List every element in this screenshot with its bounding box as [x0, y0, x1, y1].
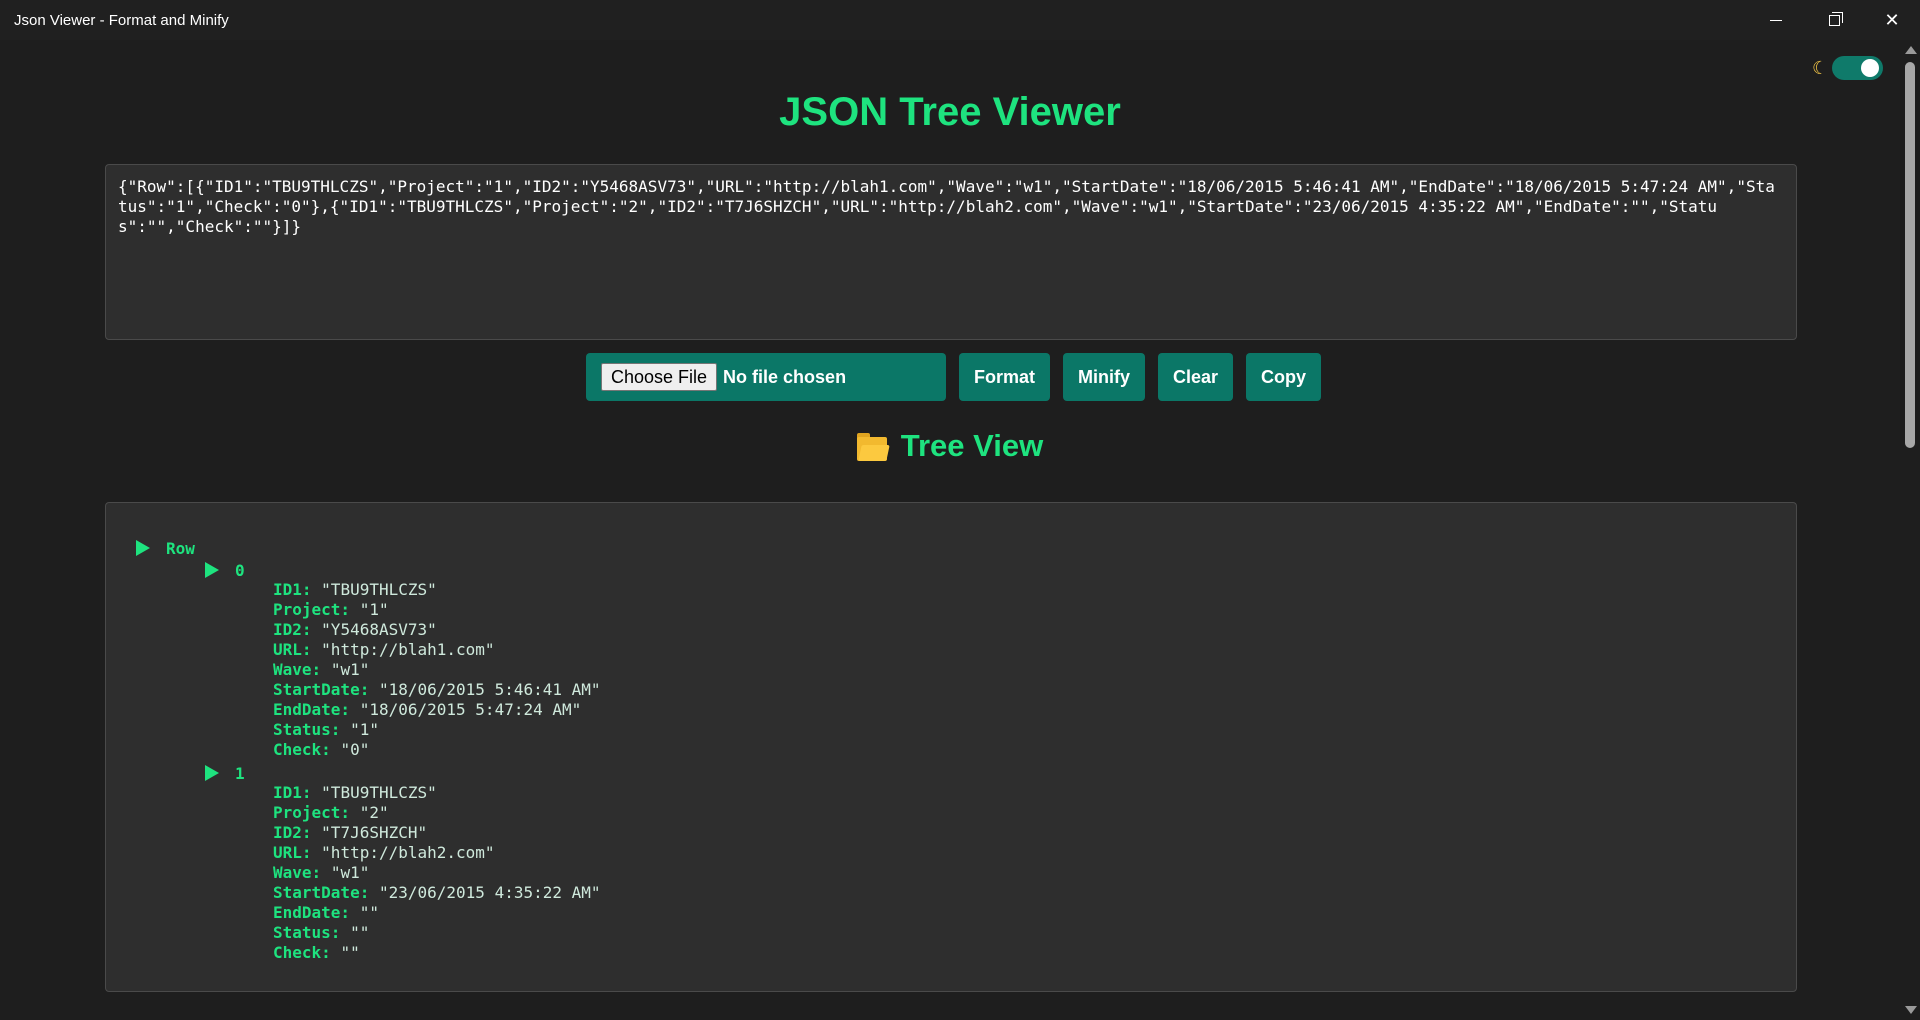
tree-leaf: Status: "1" — [273, 720, 379, 740]
minimize-button[interactable] — [1748, 0, 1804, 40]
restore-icon — [1828, 11, 1843, 26]
tree-node-item-1[interactable]: 1 — [205, 763, 245, 783]
leaf-value: "http://blah1.com" — [321, 640, 495, 659]
leaf-key: ID2: — [273, 620, 312, 639]
dark-mode-switch[interactable] — [1832, 56, 1884, 80]
leaf-key: Check: — [273, 740, 331, 759]
leaf-value: "1" — [359, 600, 389, 619]
leaf-value: "18/06/2015 5:46:41 AM" — [378, 680, 601, 699]
leaf-key: Check: — [273, 943, 331, 962]
tree-node-item-0[interactable]: 0 — [205, 560, 245, 580]
leaf-value: "" — [350, 923, 370, 942]
caret-right-icon — [205, 765, 219, 781]
leaf-key: StartDate: — [273, 883, 370, 902]
tree-leaf: Wave: "w1" — [273, 863, 369, 883]
leaf-value: "0" — [340, 740, 370, 759]
file-picker[interactable]: Choose File No file chosen — [586, 353, 946, 401]
tree-leaf: Check: "" — [273, 943, 360, 963]
moon-icon: ☾ — [1812, 58, 1829, 78]
close-button[interactable]: ✕ — [1864, 0, 1920, 40]
tree-leaf: Project: "2" — [273, 803, 389, 823]
clear-button[interactable]: Clear — [1158, 353, 1234, 401]
tree-leaf: StartDate: "18/06/2015 5:46:41 AM" — [273, 680, 601, 700]
tree-leaf: Wave: "w1" — [273, 660, 369, 680]
leaf-key: Wave: — [273, 660, 322, 679]
switch-knob — [1861, 59, 1880, 77]
scroll-up-arrow-icon[interactable] — [1905, 46, 1917, 54]
tree-leaf: ID1: "TBU9THLCZS" — [273, 783, 437, 803]
tree-view-title: Tree View — [900, 428, 1044, 463]
leaf-value: "" — [340, 943, 360, 962]
leaf-value: "T7J6SHZCH" — [321, 823, 428, 842]
json-input[interactable]: {"Row":[{"ID1":"TBU9THLCZS","Project":"1… — [105, 164, 1797, 340]
leaf-value: "1" — [350, 720, 379, 739]
tree-leaf: StartDate: "23/06/2015 4:35:22 AM" — [273, 883, 601, 903]
page-title: JSON Tree Viewer — [779, 90, 1121, 134]
tree-leaf: EndDate: "18/06/2015 5:47:24 AM" — [273, 700, 581, 720]
tree-leaf: EndDate: "" — [273, 903, 379, 923]
leaf-key: ID1: — [273, 783, 312, 802]
leaf-value: "http://blah2.com" — [321, 843, 495, 862]
leaf-value: "TBU9THLCZS" — [321, 580, 437, 599]
tree-leaf: Project: "1" — [273, 600, 389, 620]
leaf-key: EndDate: — [273, 700, 351, 719]
caret-right-icon — [205, 562, 219, 578]
caret-right-icon — [136, 540, 150, 556]
minimize-icon — [1770, 19, 1782, 21]
choose-file-button[interactable]: Choose File — [601, 363, 718, 391]
leaf-value: "TBU9THLCZS" — [321, 783, 437, 802]
tree-leaf: URL: "http://blah1.com" — [273, 640, 495, 660]
tree-leaf: ID2: "Y5468ASV73" — [273, 620, 437, 640]
copy-button[interactable]: Copy — [1246, 353, 1322, 401]
folder-icon — [856, 433, 890, 461]
leaf-value: "23/06/2015 4:35:22 AM" — [378, 883, 601, 902]
tree-panel: Row 0 ID1: "TBU9THLCZS" Project: "1" ID2… — [105, 502, 1797, 992]
leaf-value: "Y5468ASV73" — [321, 620, 437, 639]
minify-button[interactable]: Minify — [1063, 353, 1146, 401]
leaf-key: Project: — [273, 803, 351, 822]
leaf-value: "2" — [359, 803, 389, 822]
tree-leaf: URL: "http://blah2.com" — [273, 843, 495, 863]
leaf-key: StartDate: — [273, 680, 370, 699]
theme-toggle[interactable]: ☾ — [1812, 55, 1884, 81]
window-title: Json Viewer - Format and Minify — [14, 12, 229, 29]
leaf-value: "" — [359, 903, 379, 922]
leaf-key: EndDate: — [273, 903, 351, 922]
leaf-key: Project: — [273, 600, 351, 619]
leaf-key: ID1: — [273, 580, 312, 599]
vertical-scrollbar[interactable] — [1900, 40, 1920, 1020]
tree-view-heading: Tree View — [0, 428, 1900, 464]
file-status: No file chosen — [723, 366, 847, 387]
toolbar: Choose File No file chosen Format Minify… — [586, 353, 1334, 401]
tree-node-label: Row — [166, 538, 195, 558]
tree-node-label: 1 — [235, 763, 245, 783]
tree-node-row[interactable]: Row — [136, 538, 195, 558]
leaf-key: Status: — [273, 923, 341, 942]
window-titlebar: Json Viewer - Format and Minify ✕ — [0, 0, 1920, 40]
scroll-down-arrow-icon[interactable] — [1905, 1006, 1917, 1014]
app-content: ☾ JSON Tree Viewer {"Row":[{"ID1":"TBU9T… — [0, 40, 1900, 1020]
tree-leaf: Check: "0" — [273, 740, 369, 760]
leaf-key: Wave: — [273, 863, 322, 882]
leaf-key: URL: — [273, 640, 312, 659]
leaf-value: "w1" — [330, 660, 370, 679]
leaf-key: Status: — [273, 720, 341, 739]
tree-leaf: ID1: "TBU9THLCZS" — [273, 580, 437, 600]
tree-node-label: 0 — [235, 560, 245, 580]
format-button[interactable]: Format — [959, 353, 1051, 401]
tree-leaf: ID2: "T7J6SHZCH" — [273, 823, 427, 843]
tree-leaf: Status: "" — [273, 923, 369, 943]
restore-button[interactable] — [1806, 0, 1862, 40]
leaf-key: ID2: — [273, 823, 312, 842]
scroll-thumb[interactable] — [1905, 62, 1915, 448]
leaf-key: URL: — [273, 843, 312, 862]
leaf-value: "w1" — [330, 863, 370, 882]
close-icon: ✕ — [1884, 9, 1900, 30]
leaf-value: "18/06/2015 5:47:24 AM" — [359, 700, 582, 719]
